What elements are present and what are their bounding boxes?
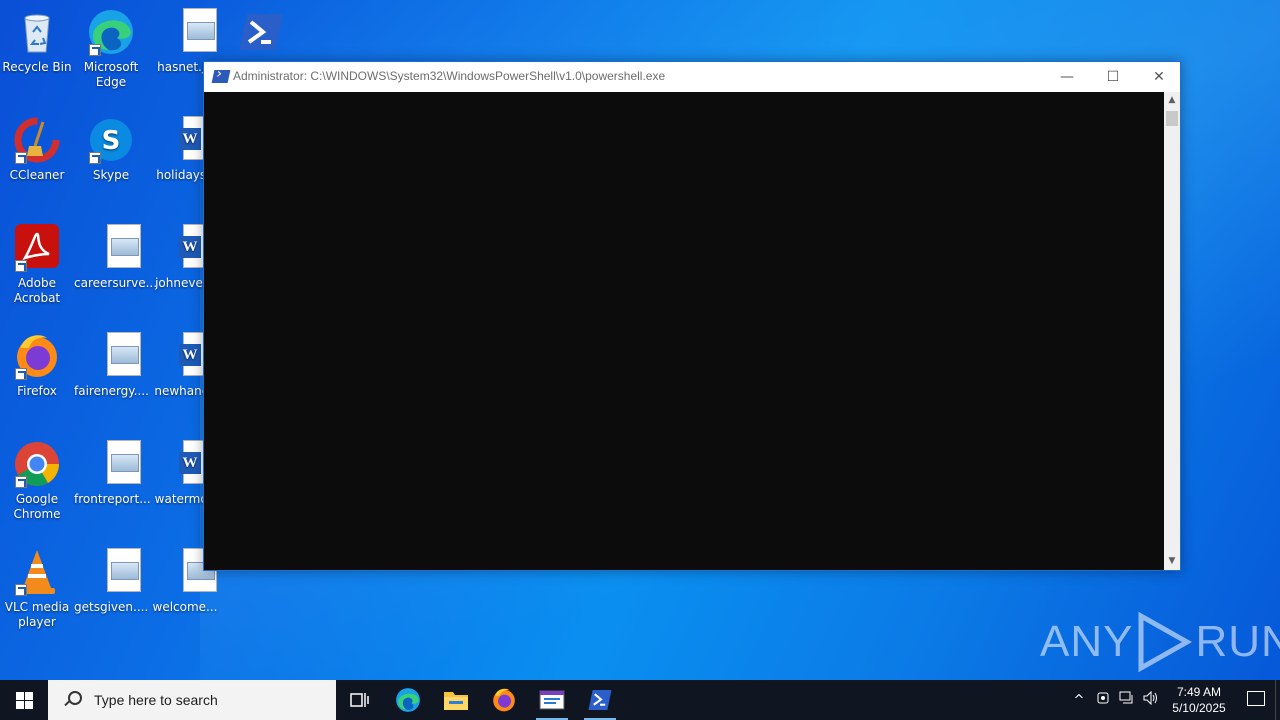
firefox-icon — [493, 688, 515, 712]
desktop-icon-label: frontreport... — [74, 492, 151, 506]
desktop-icon-adobe-acrobat[interactable]: Adobe Acrobat — [0, 224, 74, 306]
anyrun-watermark: ANY RUN — [1040, 612, 1280, 672]
maximize-button[interactable]: ☐ — [1090, 62, 1136, 92]
desktop-icon-fairenergy[interactable]: fairenergy.... — [74, 332, 149, 399]
vlc-icon — [13, 548, 61, 596]
image-file-icon — [161, 8, 217, 56]
chrome-icon — [13, 440, 61, 488]
volume-icon[interactable] — [1139, 690, 1163, 709]
desktop-icon-getsgiven[interactable]: getsgiven.... — [74, 548, 148, 615]
shortcut-arrow-icon — [15, 368, 27, 380]
shortcut-arrow-icon — [89, 152, 101, 164]
tray-app-icon[interactable] — [1091, 691, 1115, 709]
clock-time: 7:49 AM — [1176, 685, 1222, 699]
task-view-button[interactable] — [336, 680, 384, 720]
svg-text:S: S — [102, 126, 121, 156]
skype-icon: S — [87, 116, 135, 164]
image-file-icon — [87, 548, 141, 596]
desktop-icon-label: Microsoft Edge — [83, 60, 139, 89]
desktop-icon-label: Adobe Acrobat — [13, 276, 61, 305]
system-tray: ^ 7:49 AM 5/10/2025 — [1067, 680, 1280, 720]
shortcut-arrow-icon — [15, 152, 27, 164]
desktop-icon-label: Firefox — [17, 384, 57, 398]
taskbar-file-explorer[interactable] — [432, 680, 480, 720]
notification-center-icon[interactable] — [1235, 680, 1275, 720]
taskbar-edge[interactable] — [384, 680, 432, 720]
shortcut-arrow-icon — [15, 476, 27, 488]
taskbar-powershell[interactable] — [576, 680, 624, 720]
close-button[interactable]: ✕ — [1136, 62, 1182, 92]
window-title: Administrator: C:\WINDOWS\System32\Windo… — [233, 69, 666, 83]
desktop-icon-label: Recycle Bin — [2, 60, 72, 74]
search-icon — [62, 689, 84, 711]
word-doc-icon: W — [161, 224, 217, 272]
desktop-icon-label: Google Chrome — [13, 492, 61, 521]
recycle-bin-icon — [13, 8, 61, 56]
edge-icon — [396, 688, 420, 712]
folder-icon — [444, 692, 468, 710]
vertical-scrollbar[interactable]: ▲ ▼ — [1164, 92, 1180, 570]
edge-icon — [87, 8, 135, 56]
word-doc-icon: W — [161, 116, 217, 164]
powershell-icon — [211, 70, 231, 83]
taskbar-clock[interactable]: 7:49 AM 5/10/2025 — [1169, 684, 1229, 716]
taskbar-media-app[interactable] — [528, 680, 576, 720]
desktop-icon-google-chrome[interactable]: Google Chrome — [0, 440, 74, 522]
desktop-icon-label: welcome... — [152, 600, 218, 614]
network-icon[interactable] — [1115, 691, 1139, 709]
shortcut-arrow-icon — [15, 584, 27, 596]
scroll-up-button[interactable]: ▲ — [1164, 92, 1180, 109]
image-file-icon — [87, 440, 141, 488]
tray-chevron-icon[interactable]: ^ — [1067, 693, 1091, 708]
desktop-icon-label: getsgiven.... — [74, 600, 149, 614]
start-button[interactable] — [0, 680, 48, 720]
powershell-window[interactable]: Administrator: C:\WINDOWS\System32\Windo… — [203, 61, 1181, 571]
taskbar: Type here to search ^ 7:49 AM 5/10/2025 — [0, 680, 1280, 720]
search-placeholder: Type here to search — [94, 692, 218, 708]
powershell-icon — [588, 690, 612, 710]
windows-logo-icon — [16, 692, 24, 700]
desktop-icon-recycle-bin[interactable]: Recycle Bin — [0, 8, 74, 75]
desktop-icon-microsoft-edge[interactable]: Microsoft Edge — [74, 8, 148, 90]
task-view-icon — [350, 693, 369, 707]
minimize-button[interactable]: — — [1044, 62, 1090, 92]
desktop-icon-vlc[interactable]: VLC media player — [0, 548, 74, 630]
desktop-icon-powershell[interactable] — [224, 8, 298, 60]
desktop-icon-frontreport[interactable]: frontreport... — [74, 440, 151, 507]
word-doc-icon: W — [161, 440, 217, 488]
desktop-icon-label: fairenergy.... — [74, 384, 149, 398]
firefox-icon — [13, 332, 61, 380]
desktop-icon-firefox[interactable]: Firefox — [0, 332, 74, 399]
word-doc-icon: W — [161, 332, 217, 380]
shortcut-arrow-icon — [15, 260, 27, 272]
shortcut-arrow-icon — [89, 44, 101, 56]
desktop-icon-careersurve[interactable]: careersurve... — [74, 224, 158, 291]
desktop-icon-label: CCleaner — [9, 168, 65, 182]
acrobat-icon — [13, 224, 61, 272]
taskbar-search-box[interactable]: Type here to search — [48, 680, 336, 720]
image-file-icon — [87, 332, 141, 380]
media-app-icon — [539, 690, 565, 710]
image-file-icon — [161, 548, 217, 596]
taskbar-firefox[interactable] — [480, 680, 528, 720]
desktop-icon-ccleaner[interactable]: CCleaner — [0, 116, 74, 183]
desktop-icon-label: careersurve... — [74, 276, 158, 290]
scroll-down-button[interactable]: ▼ — [1164, 553, 1180, 570]
console-area[interactable] — [204, 92, 1165, 570]
desktop-icon-skype[interactable]: S Skype — [74, 116, 148, 183]
desktop-icon-label: VLC media player — [4, 600, 70, 629]
image-file-icon — [87, 224, 141, 272]
show-desktop-button[interactable] — [1275, 680, 1280, 720]
desktop-icon-label: Skype — [92, 168, 130, 182]
scroll-thumb[interactable] — [1166, 111, 1178, 126]
window-titlebar[interactable]: Administrator: C:\WINDOWS\System32\Windo… — [204, 62, 1180, 92]
clock-date: 5/10/2025 — [1172, 701, 1226, 715]
powershell-icon — [237, 8, 285, 56]
play-logo-icon — [1138, 612, 1193, 672]
ccleaner-icon — [13, 116, 61, 164]
